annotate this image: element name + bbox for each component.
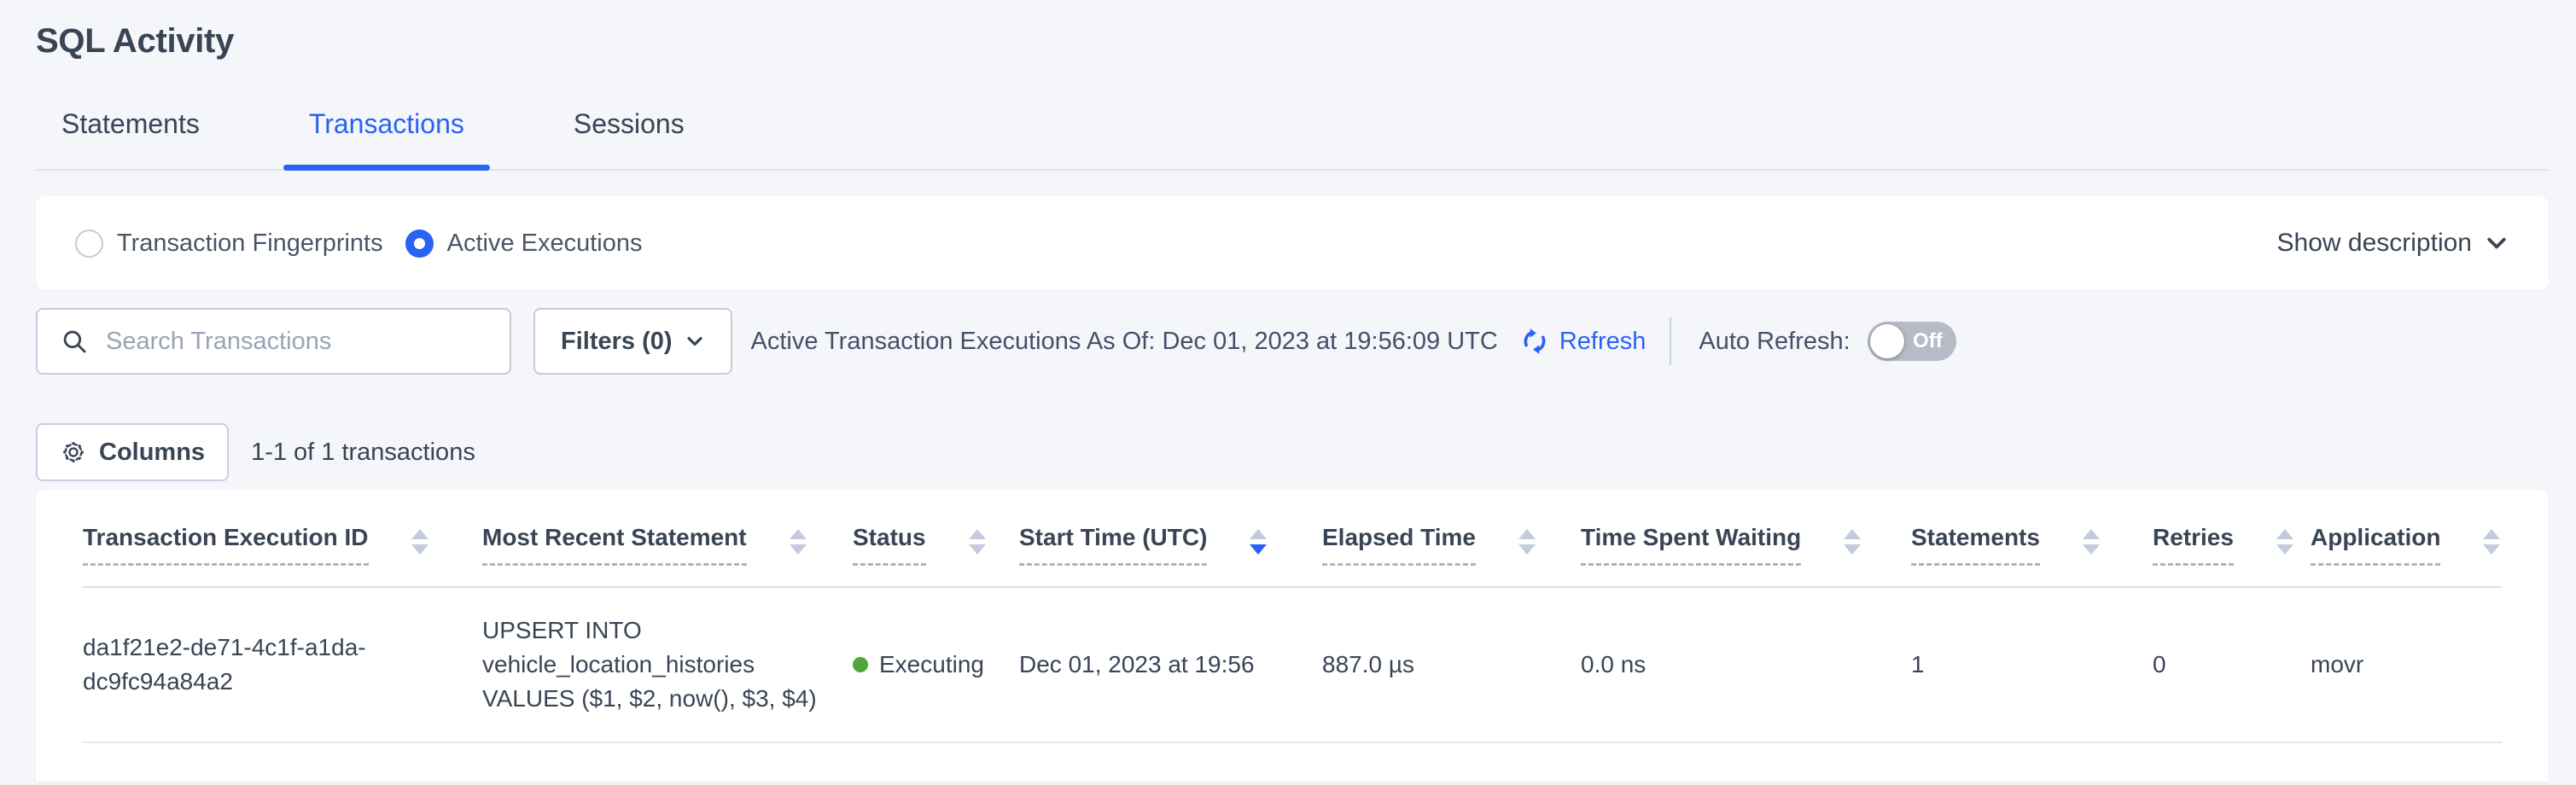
column-header-start-time[interactable]: Start Time (UTC)	[1019, 490, 1322, 587]
view-mode-card: Transaction Fingerprints Active Executio…	[36, 196, 2549, 290]
table-row: da1f21e2-de71-4c1f-a1da-dc9fc94a84a2 UPS…	[83, 587, 2502, 742]
filters-button-label: Filters (0)	[561, 328, 673, 356]
columns-button-label: Columns	[99, 439, 205, 467]
sql-activity-page: SQL Activity Statements Transactions Ses…	[0, 0, 2576, 782]
sort-arrows-icon	[2276, 529, 2293, 555]
status-executing-icon	[853, 657, 868, 672]
column-header-transaction-execution-id[interactable]: Transaction Execution ID	[83, 490, 482, 587]
column-header-most-recent-statement[interactable]: Most Recent Statement	[482, 490, 853, 587]
column-header-retries[interactable]: Retries	[2153, 490, 2311, 587]
status-label: Executing	[879, 648, 984, 682]
cell-application: movr	[2311, 587, 2502, 742]
search-icon	[60, 327, 89, 356]
divider	[1670, 317, 1671, 365]
auto-refresh-label: Auto Refresh:	[1699, 328, 1850, 356]
tab-statements[interactable]: Statements	[36, 108, 225, 169]
toggle-state-label: Off	[1913, 329, 1943, 353]
search-input[interactable]	[104, 327, 492, 357]
chevron-down-icon	[685, 331, 705, 352]
radio-label: Transaction Fingerprints	[117, 230, 383, 258]
filters-button[interactable]: Filters (0)	[533, 308, 732, 375]
cell-start-time: Dec 01, 2023 at 19:56	[1019, 587, 1322, 742]
sort-arrows-icon	[1844, 529, 1861, 555]
gear-icon	[60, 439, 87, 466]
table-header-row: Transaction Execution ID Most Recent Sta…	[83, 490, 2502, 587]
radio-circle-icon	[405, 230, 434, 258]
column-header-statements[interactable]: Statements	[1911, 490, 2153, 587]
transactions-table-card: Transaction Execution ID Most Recent Sta…	[36, 490, 2549, 782]
show-description-label: Show description	[2277, 229, 2472, 258]
cell-statements: 1	[1911, 587, 2153, 742]
cell-time-spent-waiting: 0.0 ns	[1581, 587, 1911, 742]
sort-arrows-icon	[969, 529, 986, 555]
cell-most-recent-statement: UPSERT INTO vehicle_location_histories V…	[482, 587, 853, 742]
cell-status: Executing	[853, 587, 1019, 742]
radio-active-executions[interactable]: Active Executions	[405, 230, 643, 258]
sort-arrows-icon	[2083, 529, 2100, 555]
column-header-time-spent-waiting[interactable]: Time Spent Waiting	[1581, 490, 1911, 587]
refresh-icon	[1518, 325, 1551, 358]
column-header-elapsed-time[interactable]: Elapsed Time	[1322, 490, 1581, 587]
columns-button[interactable]: Columns	[36, 423, 229, 481]
radio-circle-icon	[75, 230, 103, 258]
tab-bar: Statements Transactions Sessions	[36, 108, 2549, 171]
refresh-button[interactable]: Refresh	[1518, 325, 1646, 358]
cell-retries: 0	[2153, 587, 2311, 742]
tab-sessions[interactable]: Sessions	[548, 108, 710, 169]
column-header-application[interactable]: Application	[2311, 490, 2502, 587]
show-description-toggle[interactable]: Show description	[2277, 229, 2509, 258]
radio-transaction-fingerprints[interactable]: Transaction Fingerprints	[75, 230, 383, 258]
radio-label: Active Executions	[447, 230, 643, 258]
results-count: 1-1 of 1 transactions	[251, 439, 475, 467]
page-title: SQL Activity	[36, 0, 2549, 61]
transactions-table: Transaction Execution ID Most Recent Sta…	[83, 490, 2502, 743]
sort-arrows-icon	[790, 529, 807, 555]
chevron-down-icon	[2484, 230, 2509, 256]
sort-arrows-icon	[1250, 529, 1267, 555]
table-controls: Columns 1-1 of 1 transactions	[36, 423, 2549, 481]
filter-bar: Filters (0) Active Transaction Execution…	[36, 308, 2549, 375]
cell-transaction-execution-id[interactable]: da1f21e2-de71-4c1f-a1da-dc9fc94a84a2	[83, 587, 482, 742]
sort-arrows-icon	[1518, 529, 1536, 555]
tab-transactions[interactable]: Transactions	[283, 108, 490, 169]
sort-arrows-icon	[2483, 529, 2500, 555]
auto-refresh-toggle[interactable]: Off	[1868, 322, 1956, 361]
refresh-label: Refresh	[1559, 328, 1646, 356]
toggle-knob	[1870, 324, 1904, 358]
column-header-status[interactable]: Status	[853, 490, 1019, 587]
sort-arrows-icon	[411, 529, 428, 555]
cell-elapsed-time: 887.0 µs	[1322, 587, 1581, 742]
as-of-timestamp: Active Transaction Executions As Of: Dec…	[751, 328, 1498, 356]
search-box[interactable]	[36, 308, 511, 375]
